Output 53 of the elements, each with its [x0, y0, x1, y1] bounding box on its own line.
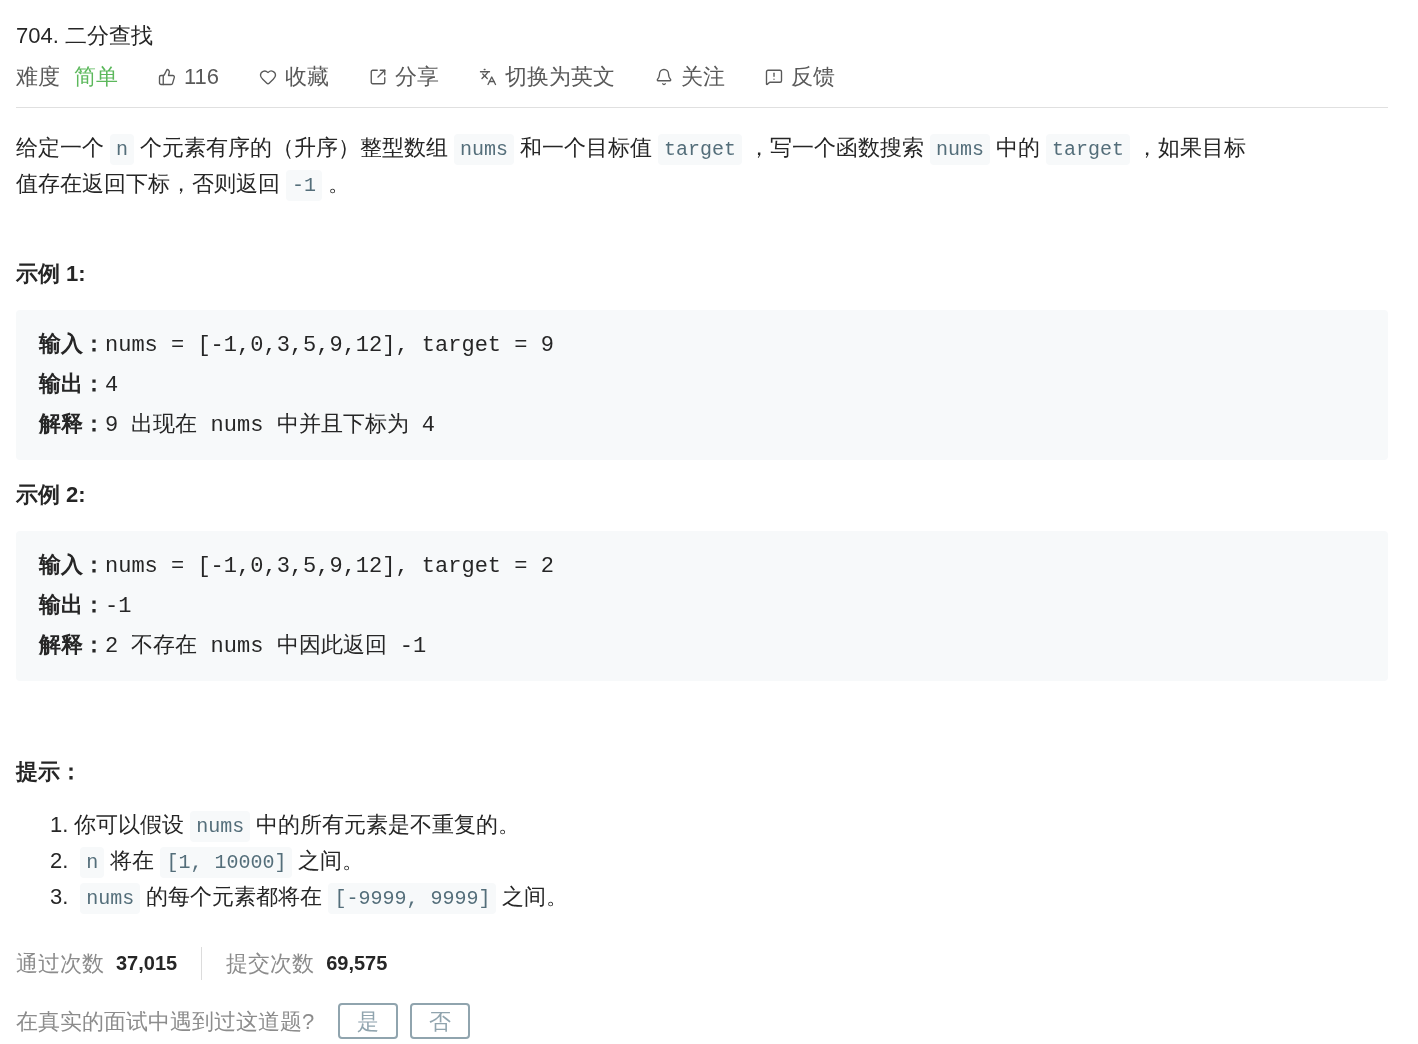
description-text: 之间。 — [298, 848, 365, 873]
bell-icon — [655, 67, 674, 86]
action-button[interactable]: 切换为英文 — [479, 60, 616, 93]
inline-code: nums — [80, 883, 141, 914]
translate-icon — [479, 67, 498, 86]
action-button[interactable]: 关注 — [655, 60, 726, 93]
inline-code: target — [658, 134, 743, 165]
action-button[interactable]: 反馈 — [765, 60, 836, 93]
action-button[interactable]: 分享 — [369, 60, 440, 93]
share-icon — [369, 67, 388, 86]
inline-code: -1 — [286, 170, 322, 201]
example-block: 输入：nums = [-1,0,3,5,9,12], target = 9 输出：4 解释：9 出现在 nums 中并且下标为 4 — [16, 310, 1388, 460]
stat-value: 69,575 — [326, 951, 388, 976]
inline-code: nums — [930, 134, 991, 165]
description-text: 中的 — [996, 135, 1041, 160]
description-text: 中的所有元素是不重复的。 — [256, 812, 521, 837]
example-heading: 示例 2: — [16, 481, 87, 509]
description-text: 值存在返回下标，否则返回 — [16, 171, 280, 196]
description-text: 的每个元素都将在 — [146, 884, 323, 909]
description-text: ，写一个函数搜索 — [748, 135, 925, 160]
interview-question: 在真实的面试中遇到过这道题? — [16, 1007, 315, 1036]
hints-heading: 提示： — [16, 758, 83, 786]
feedback-icon — [765, 67, 784, 86]
problem-title: 704. 二分查找 — [16, 22, 154, 50]
description-text: 你可以假设 — [74, 812, 185, 837]
inline-code: [-9999, 9999] — [328, 883, 497, 914]
list-number: 2. — [50, 848, 69, 873]
stat-label: 提交次数 — [226, 949, 315, 978]
inline-code: n — [80, 847, 105, 878]
description-text: 个元素有序的（升序）整型数组 — [140, 135, 448, 160]
difficulty-label: 难度 — [16, 63, 60, 91]
description-text: 给定一个 — [16, 135, 104, 160]
list-number: 1. — [50, 812, 69, 837]
description-text: 。 — [328, 171, 350, 196]
example-heading: 示例 1: — [16, 260, 87, 288]
list-number: 3. — [50, 884, 69, 909]
stat-value: 37,015 — [116, 951, 178, 976]
action-button[interactable]: 收藏 — [259, 60, 330, 93]
thumbs-up-icon — [158, 67, 176, 86]
inline-code: [1, 10000] — [160, 847, 293, 878]
action-button[interactable]: 116 — [158, 60, 220, 93]
inline-code: target — [1046, 134, 1131, 165]
inline-code: nums — [190, 811, 251, 842]
inline-code: n — [110, 134, 134, 165]
heart-icon — [259, 67, 278, 86]
description-text: 将在 — [110, 848, 155, 873]
description-text: ，如果目标 — [1136, 135, 1247, 160]
example-block: 输入：nums = [-1,0,3,5,9,12], target = 2 输出：-1 解释：2 不存在 nums 中因此返回 -1 — [16, 531, 1388, 681]
inline-code: nums — [454, 134, 515, 165]
stat-label: 通过次数 — [16, 949, 104, 978]
description-text: 之间。 — [502, 884, 569, 909]
difficulty-value: 简单 — [74, 63, 118, 91]
description-text: 和一个目标值 — [520, 135, 653, 160]
